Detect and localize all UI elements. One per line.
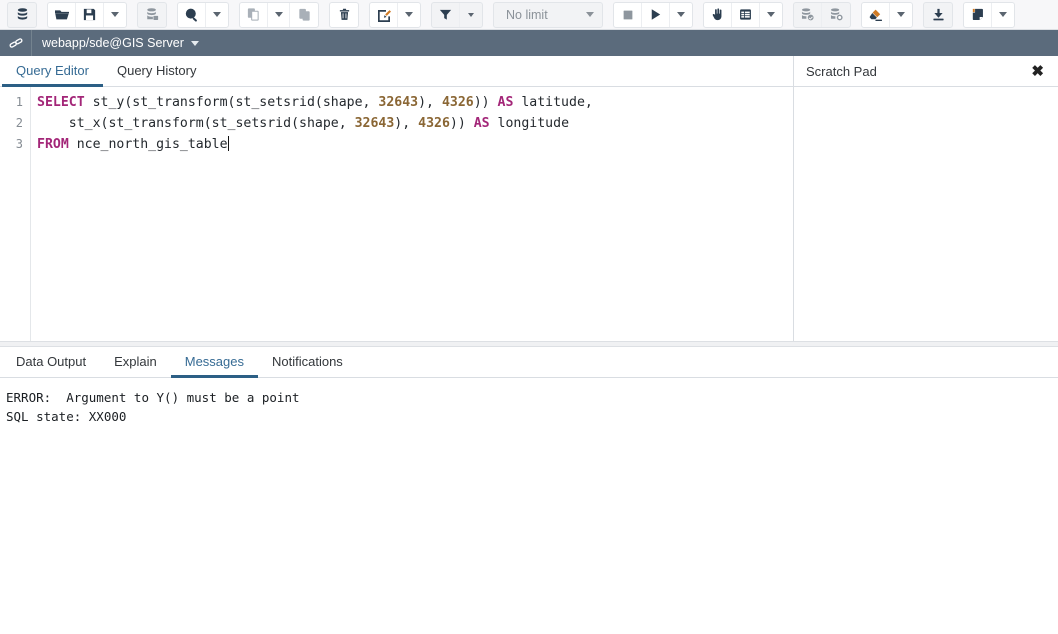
link-icon xyxy=(0,30,32,56)
download-group xyxy=(923,1,953,28)
edit-pencil-icon[interactable] xyxy=(370,2,398,27)
tab-explain[interactable]: Explain xyxy=(100,347,171,378)
commit-icon[interactable] xyxy=(794,2,822,27)
tab-query-editor-label: Query Editor xyxy=(16,62,89,78)
tab-query-history-label: Query History xyxy=(116,62,197,78)
clear-group xyxy=(861,1,913,28)
find-options-caret-icon[interactable] xyxy=(206,3,228,27)
tab-messages[interactable]: Messages xyxy=(170,347,258,378)
copy-icon[interactable] xyxy=(240,2,268,27)
tab-query-editor[interactable]: Query Editor xyxy=(2,56,103,87)
transaction-group xyxy=(793,1,851,28)
main-split: Query Editor Query History 1 2 3 SELECT … xyxy=(0,56,1058,341)
scratch-pad-header: Scratch Pad ✖ xyxy=(794,56,1058,87)
clipboard-group xyxy=(239,1,319,28)
save-icon[interactable] xyxy=(76,2,104,27)
filter-funnel-icon[interactable] xyxy=(432,2,460,27)
line-number: 1 xyxy=(15,95,23,109)
text-cursor xyxy=(227,136,229,151)
edit-options-caret-icon[interactable] xyxy=(398,3,420,27)
stop-icon[interactable] xyxy=(614,2,642,27)
macro-group xyxy=(963,1,1015,28)
row-limit-value: No limit xyxy=(506,7,548,22)
scratch-pad-title: Scratch Pad xyxy=(806,63,877,79)
tab-messages-label: Messages xyxy=(184,353,244,369)
tab-query-history[interactable]: Query History xyxy=(103,56,210,87)
tab-explain-label: Explain xyxy=(114,353,157,369)
download-icon[interactable] xyxy=(924,3,952,27)
output-tabstrip: Data Output Explain Messages Notificatio… xyxy=(0,347,1058,378)
tab-data-output-label: Data Output xyxy=(16,353,87,369)
code-editor[interactable]: 1 2 3 SELECT st_y(st_transform(st_setsri… xyxy=(0,87,793,341)
rollback-icon[interactable] xyxy=(822,3,850,27)
line-number: 2 xyxy=(15,116,23,130)
connection-label: webapp/sde@GIS Server xyxy=(42,36,184,50)
line-number: 3 xyxy=(15,137,23,151)
search-icon[interactable] xyxy=(178,2,206,27)
connection-selector[interactable]: webapp/sde@GIS Server xyxy=(32,36,199,50)
row-limit-caret-icon xyxy=(586,12,594,17)
close-icon[interactable]: ✖ xyxy=(1031,64,1044,79)
scratch-pad-pane: Scratch Pad ✖ xyxy=(794,56,1058,341)
paste-icon[interactable] xyxy=(290,3,318,27)
explain-group xyxy=(703,1,783,28)
object-explorer-group xyxy=(7,1,37,28)
explain-hand-icon[interactable] xyxy=(704,2,732,27)
tab-data-output[interactable]: Data Output xyxy=(2,347,100,378)
execute-options-caret-icon[interactable] xyxy=(670,3,692,27)
execute-play-icon[interactable] xyxy=(642,2,670,27)
filter-group xyxy=(431,1,483,28)
eraser-icon[interactable] xyxy=(862,2,890,27)
trash-icon[interactable] xyxy=(330,3,358,27)
connection-caret-icon xyxy=(190,40,199,46)
editor-pane: Query Editor Query History 1 2 3 SELECT … xyxy=(0,56,793,341)
copy-options-caret-icon[interactable] xyxy=(268,2,290,27)
macro-options-caret-icon[interactable] xyxy=(992,3,1014,27)
query-tool-group xyxy=(137,1,167,28)
main-toolbar: No limit xyxy=(0,0,1058,30)
find-group xyxy=(177,1,229,28)
editor-tabstrip: Query Editor Query History xyxy=(0,56,793,87)
row-limit-select[interactable]: No limit xyxy=(493,1,603,28)
macro-icon[interactable] xyxy=(964,2,992,27)
save-options-caret-icon[interactable] xyxy=(104,3,126,27)
execute-group xyxy=(613,1,693,28)
output-panel: Data Output Explain Messages Notificatio… xyxy=(0,341,1058,634)
line-number-gutter: 1 2 3 xyxy=(0,87,31,341)
messages-output: ERROR: Argument to Y() must be a point S… xyxy=(6,390,300,424)
explain-options-caret-icon[interactable] xyxy=(760,3,782,27)
database-query-icon[interactable] xyxy=(138,3,166,27)
filter-options-caret-icon[interactable] xyxy=(460,3,482,27)
open-folder-icon[interactable] xyxy=(48,2,76,27)
stacked-disks-icon[interactable] xyxy=(8,3,36,27)
tab-notifications[interactable]: Notifications xyxy=(258,347,357,378)
delete-group xyxy=(329,1,359,28)
explain-analyze-icon[interactable] xyxy=(732,2,760,27)
sql-text[interactable]: SELECT st_y(st_transform(st_setsrid(shap… xyxy=(31,87,793,341)
query-tool-window: No limit webapp/sde@GIS Server Query Edi… xyxy=(0,0,1058,634)
file-group xyxy=(47,1,127,28)
tab-notifications-label: Notifications xyxy=(272,353,343,369)
clear-options-caret-icon[interactable] xyxy=(890,3,912,27)
connection-bar: webapp/sde@GIS Server xyxy=(0,30,1058,56)
scratch-pad-textarea[interactable] xyxy=(794,87,1058,341)
edit-group xyxy=(369,1,421,28)
